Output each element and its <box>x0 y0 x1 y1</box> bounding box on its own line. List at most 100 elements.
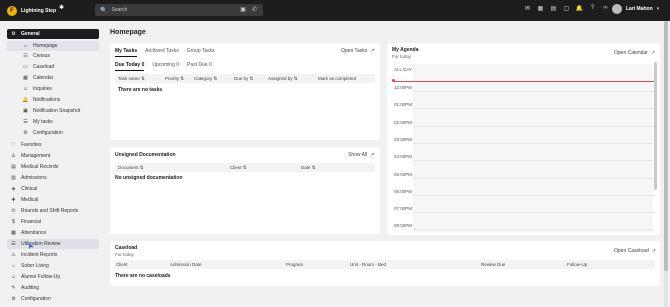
sidebar-item-medical[interactable]: ✚ Medical <box>7 195 99 205</box>
open-tasks-label: Open Tasks <box>341 48 368 54</box>
sidebar-item-sober-living[interactable]: ⌂ Sober Living <box>7 261 99 271</box>
sidebar-item-caseload[interactable]: ▭ Caseload <box>7 62 99 72</box>
user-menu[interactable]: Lari Mahon ▾ <box>612 4 659 14</box>
tab-my-tasks[interactable]: My Tasks <box>115 48 138 57</box>
messages-icon[interactable]: ✉ <box>523 5 532 12</box>
sidebar-item-favorites[interactable]: ♡ Favorites <box>7 140 99 150</box>
show-all-label: Show All <box>348 152 368 158</box>
column-header: Unit - Room - Bed <box>350 262 387 267</box>
sidebar-item-inquiries[interactable]: ☺ Inquiries <box>7 84 99 94</box>
sidebar-item-utilization-review[interactable]: ☰ Utilization Review <box>7 238 99 249</box>
medical-records-icon: ▤ <box>11 163 16 170</box>
column-header[interactable]: Client ⇅ <box>230 165 247 171</box>
subtab-upcoming[interactable]: Upcoming 0 <box>152 62 179 71</box>
chat-icon[interactable]: ▢ <box>562 5 571 12</box>
column-header[interactable]: Document ⇅ <box>118 165 144 171</box>
app-name: Lightning Step <box>21 7 56 14</box>
link-icon[interactable]: ∞ <box>601 5 610 12</box>
sidebar-item-label: General <box>21 31 40 37</box>
page-scrollbar-thumb[interactable] <box>664 21 668 271</box>
subtab-due-today[interactable]: Due Today 0 <box>115 62 145 71</box>
tasks-table-header: Task name ⇅ Priority ⇅ Category ⇅ Due by… <box>115 74 375 83</box>
caseload-card: Caseload For today Open Caseload ↗ Clien… <box>110 241 660 286</box>
sidebar-item-incident-reports[interactable]: ⚠ Incident Reports <box>7 250 99 260</box>
sidebar-item-alumni-follow-up[interactable]: ☺ Alumni Follow-Up <box>7 272 99 282</box>
agenda-time-label: 02:00PM <box>394 119 413 125</box>
page-title: Homepage <box>110 29 146 36</box>
show-all-link[interactable]: Show All ↗ <box>348 152 374 158</box>
agenda-time-label: 12:00PM <box>394 85 413 90</box>
column-header[interactable]: Priority ⇅ <box>165 76 184 82</box>
task-subtabs: Due Today 0 Upcoming 0 Past Due 0 <box>115 62 212 71</box>
agenda-hour-line <box>413 212 654 214</box>
incident-reports-icon: ⚠ <box>11 252 16 258</box>
agenda-hour-line <box>413 125 654 127</box>
sidebar-item-label: Financial <box>21 218 42 225</box>
sidebar-item-label: Clinical <box>21 185 38 192</box>
open-tasks-link[interactable]: Open Tasks ↗ <box>341 48 375 54</box>
sidebar-item-auditing[interactable]: ✎ Auditing <box>7 283 99 293</box>
sidebar-item-label: Alumni Follow-Up <box>21 274 61 280</box>
sort-icon: ⇅ <box>242 164 247 170</box>
bell-icon[interactable]: 🔔 <box>575 5 584 12</box>
agenda-time-label: 03:00PM <box>394 136 413 142</box>
tab-group-tasks[interactable]: Group Tasks <box>187 48 215 57</box>
grid-icon[interactable]: ▤ <box>549 5 558 12</box>
sidebar-item-configuration[interactable]: ⚙ Configuration <box>7 294 99 304</box>
sidebar-item-management[interactable]: ♙ Management <box>7 151 99 161</box>
caseload-subtitle: For today <box>115 252 135 257</box>
favorites-icon: ♡ <box>11 141 16 148</box>
agenda-all-day-label: ALL DAY <box>394 67 413 72</box>
column-header[interactable]: Due by ⇅ <box>234 76 253 82</box>
column-header: Admission Date <box>170 262 202 267</box>
sidebar-item-my-tasks[interactable]: ☰ My tasks <box>7 117 99 127</box>
open-calendar-label: Open Calendar <box>614 50 648 56</box>
sidebar-item-calendar[interactable]: ▦ Calendar <box>7 73 99 83</box>
sidebar-item-notification-snapshot[interactable]: ▣ Notification Snapshot <box>7 106 99 116</box>
open-calendar-link[interactable]: Open Calendar ↗ <box>614 50 655 56</box>
sidebar-item-label: Inquiries <box>33 86 52 92</box>
tab-archived-tasks[interactable]: Archived Tasks <box>145 48 179 57</box>
my-tasks-icon: ☰ <box>23 119 28 125</box>
agenda-time-label: 01:00PM <box>394 102 413 108</box>
homepage-icon: ⌂ <box>23 42 28 49</box>
alumni-follow-up-icon: ☺ <box>10 274 17 280</box>
sidebar-item-attendance[interactable]: ▦ Attendance <box>7 228 99 238</box>
calendar-icon[interactable]: ▦ <box>536 5 545 12</box>
avatar <box>612 4 622 14</box>
sidebar-item-financial[interactable]: $ Financial <box>7 217 99 227</box>
sidebar-item-label: Configuration <box>21 296 51 302</box>
help-icon[interactable]: ? <box>588 5 597 12</box>
sidebar-item-admissions[interactable]: ▥ Admissions <box>7 173 99 183</box>
agenda-time-label: 06:00PM <box>394 188 413 194</box>
agenda-hour-line <box>413 177 654 179</box>
configuration-icon: ⚙ <box>11 296 16 302</box>
general-icon: ⚙ <box>11 31 16 37</box>
sidebar-item-general[interactable]: ⚙ General <box>7 29 99 39</box>
sidebar-item-medical-records[interactable]: ▤ Medical Records <box>7 162 99 172</box>
subtab-past-due[interactable]: Past Due 0 <box>187 62 212 71</box>
column-header: Client <box>116 262 128 267</box>
column-header[interactable]: Task name ⇅ <box>118 76 145 82</box>
column-header[interactable]: Assigned by ⇅ <box>268 76 298 82</box>
open-caseload-link[interactable]: Open Caseload ↗ <box>614 248 656 254</box>
tasks-empty-message: There are no tasks <box>118 87 163 93</box>
sidebar-item-label: My tasks <box>33 119 53 125</box>
attendance-icon: ▦ <box>11 229 16 236</box>
agenda-hour-line <box>413 91 654 92</box>
search-input[interactable]: 🔍 Search ▣ ✆ <box>95 4 263 16</box>
column-header[interactable]: Category ⇅ <box>194 76 217 82</box>
app-logo-icon[interactable]: F <box>7 5 17 16</box>
scan-icon[interactable]: ▣ <box>240 6 246 13</box>
column-header[interactable]: Date ⇅ <box>301 165 316 171</box>
sidebar-item-rounds-and-shift-reports[interactable]: ⟳ Rounds and Shift Reports <box>7 206 99 216</box>
sidebar-item-clinical[interactable]: ◈ Clinical <box>7 184 99 194</box>
phone-icon[interactable]: ✆ <box>252 6 257 13</box>
agenda-scrollbar[interactable] <box>654 62 657 190</box>
sidebar-item-census[interactable]: ☷ Census <box>7 51 99 61</box>
sidebar-item-homepage[interactable]: ⌂ Homepage <box>7 40 99 51</box>
sort-icon: ⇅ <box>141 75 145 81</box>
agenda-subtitle: For today <box>392 54 412 59</box>
sidebar-item-configuration[interactable]: ⚙ Configuration <box>7 128 99 138</box>
sidebar-item-notifications[interactable]: 🔔 Notifications <box>7 95 99 105</box>
